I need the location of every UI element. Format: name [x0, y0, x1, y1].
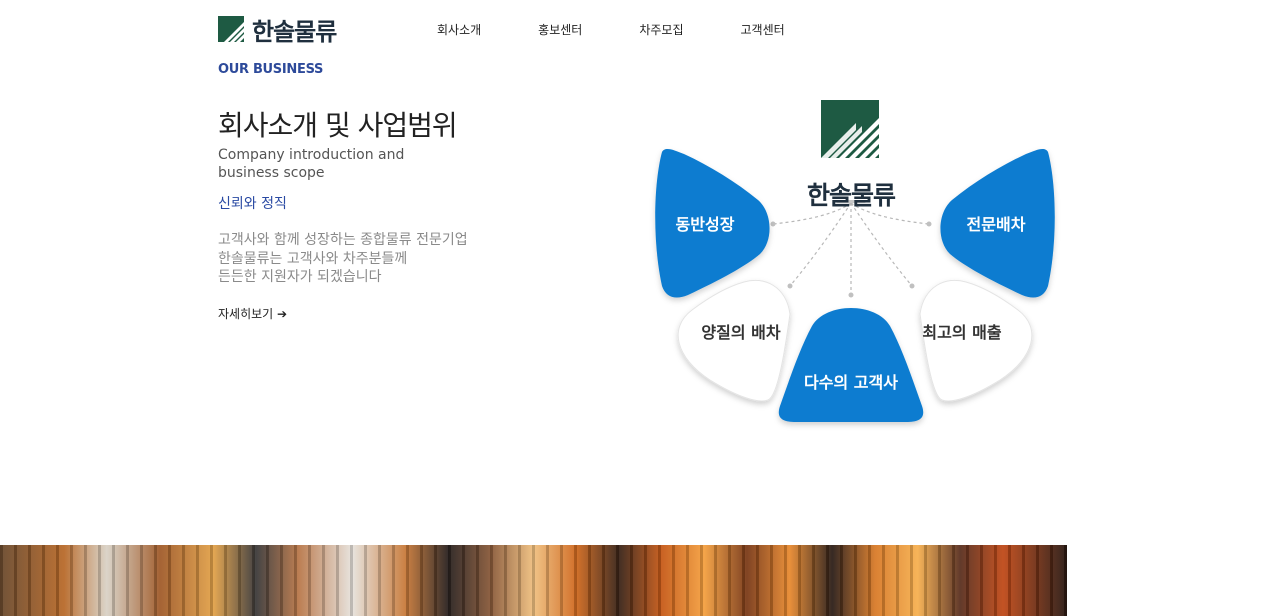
- business-diagram: 한솔물류 동반성장 전문배차 양질의 배차 최고의 매출 다수의 고객사: [640, 90, 1070, 435]
- description-line: 한솔물류는 고객사와 차주분들께: [218, 250, 408, 267]
- section-eyebrow: OUR BUSINESS: [218, 62, 324, 77]
- tagline: 신뢰와 정직: [218, 196, 287, 212]
- description: 고객사와 함께 성장하는 종합물류 전문기업 한솔물류는 고객사와 차주분들께 …: [218, 231, 518, 287]
- petal-label-quality-dispatch: 양질의 배차: [701, 323, 781, 342]
- petal-label-many-clients: 다수의 고객사: [804, 373, 898, 392]
- nav-item-company[interactable]: 회사소개: [437, 21, 481, 38]
- logistics-photo-banner: [0, 545, 1067, 616]
- english-subtitle-line: Company introduction and: [218, 147, 405, 163]
- center-logo-icon: [821, 100, 879, 158]
- description-line: 고객사와 함께 성장하는 종합물류 전문기업: [218, 232, 468, 248]
- petal-label-expert-dispatch: 전문배차: [966, 215, 1026, 234]
- nav-item-customer-center[interactable]: 고객센터: [741, 21, 785, 38]
- view-more-link[interactable]: 자세히보기 ➔: [218, 305, 287, 322]
- english-subtitle: Company introduction and business scope: [218, 146, 478, 182]
- petal-bottom: [778, 308, 924, 422]
- nav-item-pr-center[interactable]: 홍보센터: [538, 21, 582, 38]
- petal-label-partnership: 동반성장: [675, 215, 735, 234]
- english-subtitle-line: business scope: [218, 165, 325, 181]
- site-header: 한솔물류 회사소개 홍보센터 차주모집 고객센터: [0, 0, 1279, 60]
- section-headline: 회사소개 및 사업범위: [218, 109, 458, 142]
- petal-label-best-sales: 최고의 매출: [922, 323, 1002, 342]
- connector-lines: [772, 202, 930, 295]
- logo-text: 한솔물류: [252, 17, 337, 46]
- center-brand-name: 한솔물류: [806, 181, 896, 210]
- logo-mark-icon: [218, 16, 244, 42]
- site-logo[interactable]: 한솔물류: [218, 14, 337, 46]
- nav-item-driver-recruit[interactable]: 차주모집: [639, 21, 683, 38]
- description-line: 든든한 지원자가 되겠습니다: [218, 269, 382, 285]
- main-nav: 회사소개 홍보센터 차주모집 고객센터: [437, 21, 785, 38]
